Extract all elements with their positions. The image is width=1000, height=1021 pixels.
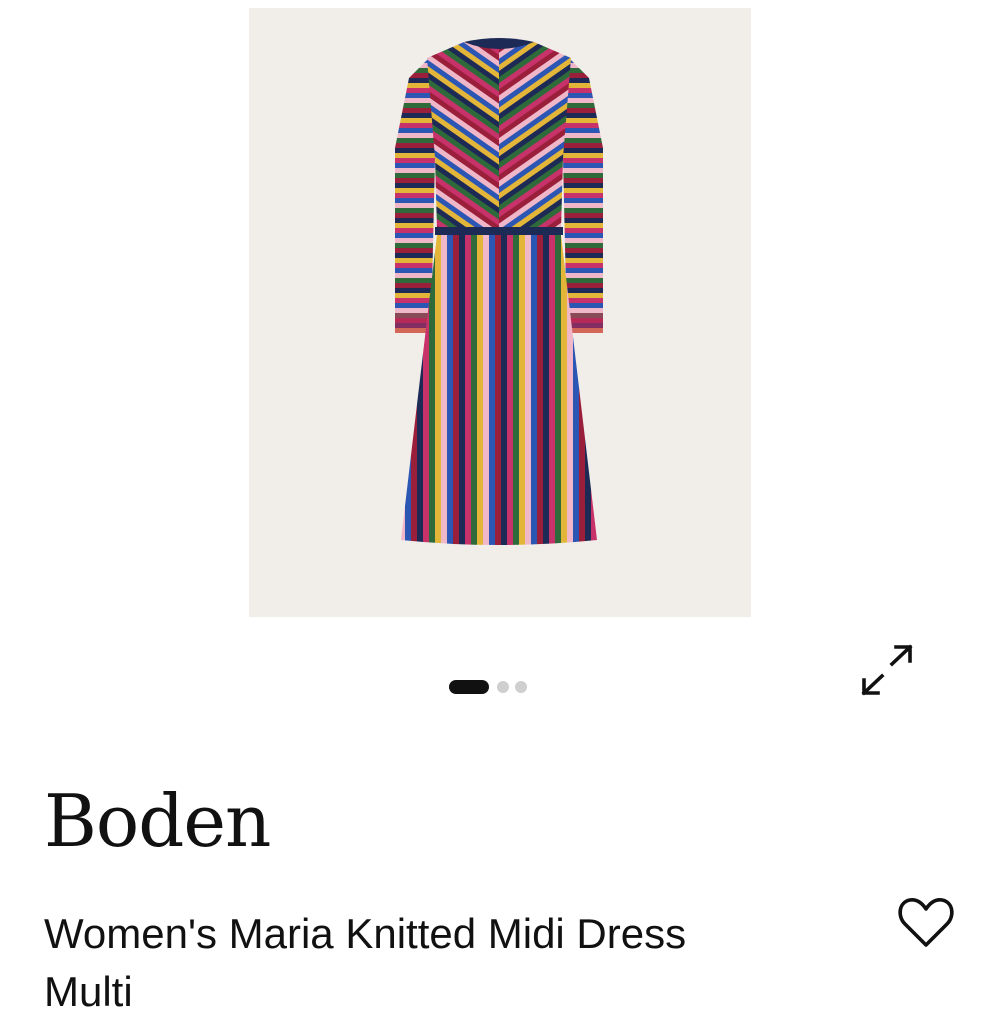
carousel-dot-3[interactable] <box>515 681 527 693</box>
product-title-line-2: Multi <box>44 968 133 1015</box>
expand-image-button[interactable] <box>856 640 920 702</box>
dress-photo <box>395 38 603 545</box>
image-carousel-indicator[interactable] <box>449 680 527 694</box>
brand-name[interactable]: Boden <box>44 776 271 866</box>
product-title: Women's Maria Knitted Midi Dress Multi <box>44 905 844 1021</box>
expand-icon <box>861 644 913 696</box>
product-image[interactable] <box>249 8 751 617</box>
wishlist-button[interactable] <box>895 893 957 953</box>
carousel-dot-2[interactable] <box>497 681 509 693</box>
product-title-line-1: Women's Maria Knitted Midi Dress <box>44 910 687 957</box>
carousel-dot-1[interactable] <box>449 680 489 694</box>
heart-outline-icon <box>898 898 954 947</box>
